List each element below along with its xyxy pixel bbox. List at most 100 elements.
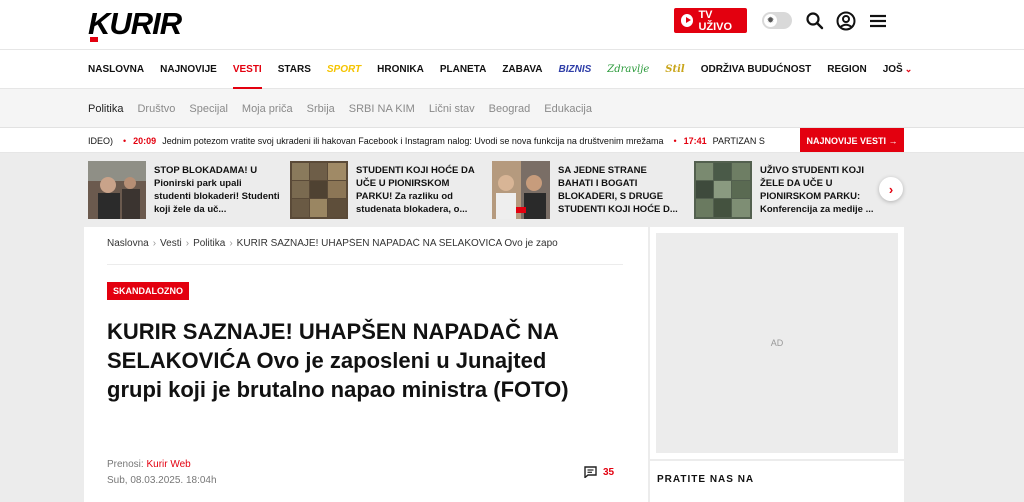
card-thumbnail [88, 160, 146, 219]
subnav-item[interactable]: Beograd [489, 103, 531, 115]
nav-item-region[interactable]: REGION [827, 50, 866, 89]
ticker-item[interactable]: IDEO) [88, 136, 113, 146]
tv-live-label: TV UŽIVO [698, 8, 733, 33]
latest-news-button[interactable]: NAJNOVIJE VESTI → [800, 128, 904, 152]
ad-placeholder[interactable]: AD [656, 233, 898, 453]
nav-item-label: NASLOVNA [88, 64, 145, 75]
card-title: STUDENTI KOJI HOĆE DA UČE U PIONIRSKOM P… [356, 164, 475, 215]
subnav-item[interactable]: Lični stav [429, 103, 475, 115]
chevron-down-icon: ⌄ [904, 64, 913, 74]
main-nav-list: NASLOVNA NAJNOVIJE VESTI STARS SPORT HRONIKA P… [88, 50, 928, 89]
carousel-next-button[interactable]: › [879, 177, 903, 201]
category-tag[interactable]: SKANDALOZNO [107, 282, 189, 300]
featured-card[interactable]: SA JEDNE STRANE BAHATI I BOGATI BLOKADER… [492, 153, 694, 226]
ticker-time: 17:41 [683, 135, 707, 146]
nav-item-label: REGION [827, 64, 867, 75]
nav-item-hronika[interactable]: HRONIKA [377, 50, 424, 89]
subnav-item[interactable]: Moja priča [242, 103, 293, 115]
ad-label: AD [770, 338, 784, 348]
sub-nav-list: Politika Društvo Specijal Moja priča Srbija S… [88, 89, 606, 128]
ticker-text: Jednim potezom vratite svoj ukradeni ili… [162, 135, 664, 146]
nav-item-odr-iva-budu-nost[interactable]: ODRŽIVA BUDUĆNOST [701, 50, 812, 89]
nav-item-label: Zdravlje [607, 64, 650, 75]
ticker-track: IDEO) • 20:09 Jednim potezom vratite svo… [88, 128, 796, 152]
nav-item-zdravlje[interactable]: Zdravlje [607, 50, 649, 89]
article-headline: KURIR SAZNAJE! UHAPŠEN NAPADAČ NA SELAKO… [107, 319, 569, 402]
nav-item-planeta[interactable]: PLANETA [440, 50, 486, 89]
nav-item-label: ZABAVA [502, 64, 543, 75]
publish-date: Sub, 08.03.2025. 18:04h [107, 475, 217, 486]
nav-item-jo-[interactable]: JOŠ ⌄ [883, 50, 913, 89]
sub-nav: Politika Društvo Specijal Moja priča Srbija S… [0, 89, 1024, 128]
top-header: KURIR TV UŽIVO ✹ [0, 0, 1024, 50]
nav-item-stil[interactable]: Stil [665, 50, 684, 89]
nav-item-label: BIZNIS [558, 64, 592, 75]
comment-icon [584, 466, 597, 478]
breadcrumb-separator-icon: › [229, 238, 233, 249]
article: Naslovna › Vesti › Politika › KURIR SAZNAJE! U… [84, 227, 648, 502]
play-icon [681, 14, 694, 27]
breadcrumb-current: KURIR SAZNAJE! UHAPŠEN NAPADAČ NA SELAKO… [236, 238, 558, 249]
article-meta: Prenosi: Kurir Web Sub, 08.03.2025. 18:0… [107, 457, 217, 489]
follow-us-label: PRATITE NAS NA [657, 474, 755, 485]
logo-accent [90, 37, 98, 42]
nav-item-label: SPORT [326, 64, 362, 75]
source-label: Prenosi: [107, 459, 147, 470]
search-icon[interactable] [804, 10, 826, 32]
breadcrumb-separator-icon: › [152, 238, 157, 249]
breadcrumb-divider [107, 264, 623, 265]
featured-card[interactable]: STOP BLOKADAMA! U Pionirski park upali s… [88, 153, 290, 226]
card-title: STOP BLOKADAMA! U Pionirski park upali s… [154, 164, 280, 215]
chevron-right-icon: › [888, 181, 894, 197]
ticker-item[interactable]: • 17:41 PARTIZAN S [673, 136, 764, 146]
nav-item-naslovna[interactable]: NASLOVNA [88, 50, 144, 89]
card-thumbnail [290, 160, 348, 219]
breadcrumb: Naslovna › Vesti › Politika › KURIR SAZNAJE! U… [107, 238, 623, 254]
subnav-item[interactable]: SRBI NA KIM [349, 103, 415, 115]
ticker-lead-fragment: IDEO) [88, 135, 114, 146]
theme-toggle[interactable]: ✹ [762, 12, 792, 29]
nav-item-label: STARS [277, 64, 311, 75]
ticker-time: 20:09 [133, 135, 157, 146]
comments-link[interactable]: 35 [584, 466, 614, 478]
card-thumbnail [492, 160, 550, 219]
nav-item-label: Stil [665, 64, 685, 75]
card-thumbnail [694, 160, 752, 219]
ticker-item[interactable]: • 20:09 Jednim potezom vratite svoj ukra… [123, 136, 663, 146]
subnav-item[interactable]: Edukacija [544, 103, 592, 115]
nav-item-stars[interactable]: STARS [278, 50, 311, 89]
featured-card[interactable]: UŽIVO STUDENTI KOJI ŽELE DA UČE U PIONIR… [694, 153, 896, 226]
subnav-item[interactable]: Specijal [189, 103, 228, 115]
news-ticker: IDEO) • 20:09 Jednim potezom vratite svo… [0, 128, 1024, 153]
user-icon[interactable] [835, 10, 857, 32]
breadcrumb-separator-icon: › [185, 238, 190, 249]
menu-icon[interactable] [867, 10, 889, 32]
bullet-icon: • [123, 135, 127, 146]
source-author-link[interactable]: Kurir Web [146, 459, 190, 470]
breadcrumb-item[interactable]: Vesti [160, 238, 182, 249]
nav-item-label: HRONIKA [377, 64, 424, 75]
breadcrumb-item[interactable]: Politika [193, 238, 225, 249]
nav-item-najnovije[interactable]: NAJNOVIJE [160, 50, 217, 89]
sidebar-ad-box: AD [650, 227, 904, 459]
subnav-item[interactable]: Društvo [137, 103, 175, 115]
featured-card[interactable]: STUDENTI KOJI HOĆE DA UČE U PIONIRSKOM P… [290, 153, 492, 226]
tv-live-button[interactable]: TV UŽIVO [674, 8, 747, 33]
nav-item-biznis[interactable]: BIZNIS [559, 50, 592, 89]
subnav-item[interactable]: Srbija [307, 103, 335, 115]
nav-item-vesti[interactable]: VESTI [232, 50, 262, 89]
sun-icon: ✹ [764, 14, 777, 27]
card-title: SA JEDNE STRANE BAHATI I BOGATI BLOKADER… [558, 164, 678, 215]
subnav-item[interactable]: Politika [88, 103, 123, 115]
nav-item-label: ODRŽIVA BUDUĆNOST [700, 64, 812, 75]
nav-item-sport[interactable]: SPORT [327, 50, 361, 89]
featured-cards: STOP BLOKADAMA! U Pionirski park upali s… [88, 153, 904, 226]
breadcrumb-item[interactable]: Naslovna [107, 238, 149, 249]
nav-item-zabava[interactable]: ZABAVA [502, 50, 542, 89]
logo-text: KURIR [88, 6, 182, 41]
nav-item-label: JOŠ [882, 64, 903, 75]
nav-item-label: VESTI [232, 64, 262, 75]
kurir-logo[interactable]: KURIR [88, 8, 184, 44]
follow-us-box: PRATITE NAS NA [650, 461, 904, 502]
main-nav: NASLOVNA NAJNOVIJE VESTI STARS SPORT HRONIKA P… [0, 50, 1024, 89]
